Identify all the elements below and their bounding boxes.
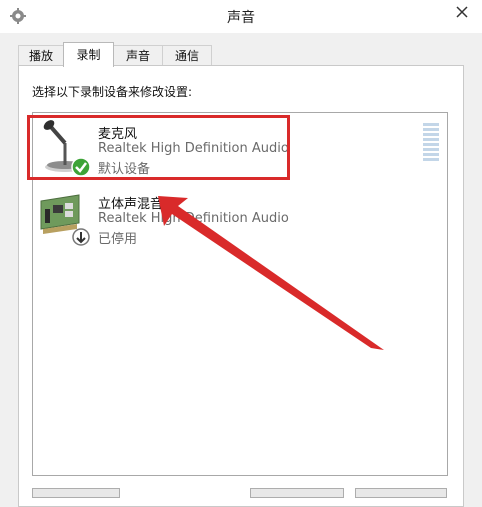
device-stereo-mix[interactable]: 立体声混音 Realtek High Definition Audio 已停用 (33, 185, 447, 251)
default-check-icon (71, 157, 91, 177)
device-driver: Realtek High Definition Audio (98, 211, 289, 226)
sound-card-icon (40, 194, 90, 246)
properties-button-right[interactable] (355, 488, 447, 498)
title-bar: 声音 (0, 0, 482, 33)
level-meter (423, 123, 439, 161)
instruction-text: 选择以下录制设备来修改设置: (32, 85, 193, 99)
device-list[interactable]: 麦克风 Realtek High Definition Audio 默认设备 立… (32, 112, 448, 476)
device-status: 默认设备 (98, 162, 151, 177)
tab-sounds[interactable]: 声音 (113, 45, 163, 66)
close-button[interactable] (442, 0, 482, 24)
device-driver: Realtek High Definition Audio (98, 141, 289, 156)
close-icon (456, 6, 468, 18)
device-name: 麦克风 (98, 127, 138, 142)
tab-communications[interactable]: 通信 (162, 45, 212, 66)
properties-button[interactable] (32, 488, 120, 498)
device-status: 已停用 (98, 232, 138, 247)
device-name: 立体声混音 (98, 197, 164, 212)
window-title: 声音 (227, 10, 255, 26)
set-default-button[interactable] (250, 488, 344, 498)
microphone-icon (43, 120, 91, 177)
device-microphone[interactable]: 麦克风 Realtek High Definition Audio 默认设备 (33, 115, 447, 181)
tab-playback[interactable]: 播放 (18, 45, 64, 66)
tab-recording[interactable]: 录制 (63, 42, 114, 67)
